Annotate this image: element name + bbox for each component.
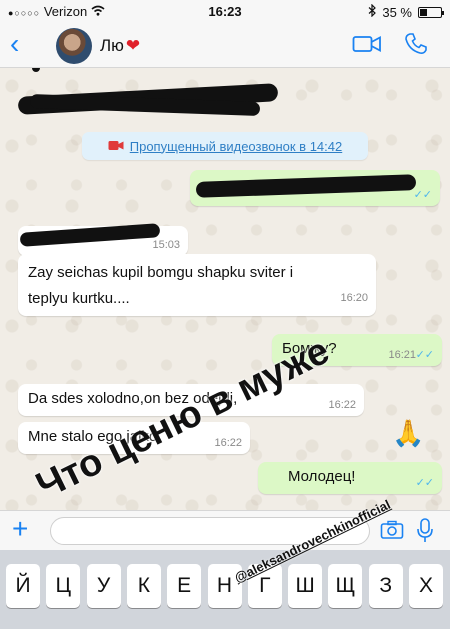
battery-icon: [418, 6, 444, 18]
message-bubble-outgoing[interactable]: Молодец! ✓✓: [258, 462, 442, 494]
composer-bar: +: [0, 510, 450, 550]
keyboard: ЙЦУКЕНГШЩЗХ: [0, 550, 450, 629]
keyboard-key[interactable]: Щ: [328, 564, 363, 608]
praying-hands-emoji: 🙏: [392, 418, 425, 448]
plus-icon[interactable]: +: [12, 515, 28, 543]
battery-percent: 35 %: [382, 4, 412, 20]
status-bar: ●○○○○ Verizon 16:23 35 %: [0, 0, 450, 22]
message-text: teplyu kurtku....: [28, 290, 130, 307]
missed-call-text: Пропущенный видеозвонок в 14:42: [129, 138, 343, 154]
microphone-icon[interactable]: [416, 517, 434, 550]
status-right: 35 %: [368, 3, 444, 20]
missed-call-notice[interactable]: Пропущенный видеозвонок в 14:42: [82, 132, 368, 160]
missed-video-call-icon: [108, 139, 124, 154]
camera-icon[interactable]: [380, 520, 404, 545]
keyboard-key[interactable]: З: [368, 564, 403, 608]
read-receipt-icon: ✓✓: [415, 477, 434, 489]
message-time: 16:21: [388, 349, 416, 361]
keyboard-key[interactable]: У: [86, 564, 121, 608]
message-bubble-incoming[interactable]: Zay seichas kupil bomgu shapku sviter i …: [18, 254, 376, 316]
read-receipt-icon: ✓✓: [415, 349, 434, 361]
phone-call-icon[interactable]: [404, 32, 428, 61]
chat-area[interactable]: Пропущенный видеозвонок в 14:42 ✓✓ 15:03…: [0, 68, 450, 510]
keyboard-key[interactable]: Х: [409, 564, 443, 608]
back-chevron-icon[interactable]: ‹: [10, 30, 19, 58]
chat-header: ‹ Лю ❤: [0, 22, 450, 68]
bluetooth-icon: [368, 3, 377, 20]
video-call-icon[interactable]: [352, 34, 382, 59]
keyboard-key[interactable]: К: [126, 564, 161, 608]
message-text: Zay seichas kupil bomgu shapku sviter i: [28, 264, 294, 281]
avatar[interactable]: [56, 28, 92, 64]
contact-name-text: Лю: [100, 36, 124, 55]
read-receipt-icon: ✓✓: [413, 189, 432, 201]
keyboard-key[interactable]: Ц: [46, 564, 81, 608]
message-time: 16:22: [214, 437, 242, 449]
contact-name[interactable]: Лю ❤: [100, 36, 140, 56]
message-time: 15:03: [152, 239, 180, 251]
message-text: Молодец!: [288, 468, 356, 485]
keyboard-key[interactable]: Е: [167, 564, 202, 608]
keyboard-key[interactable]: Й: [6, 564, 40, 608]
heart-emoji: ❤: [125, 36, 141, 55]
keyboard-key[interactable]: Ш: [288, 564, 323, 608]
message-time: 16:22: [328, 399, 356, 411]
battery-fill: [420, 8, 427, 16]
